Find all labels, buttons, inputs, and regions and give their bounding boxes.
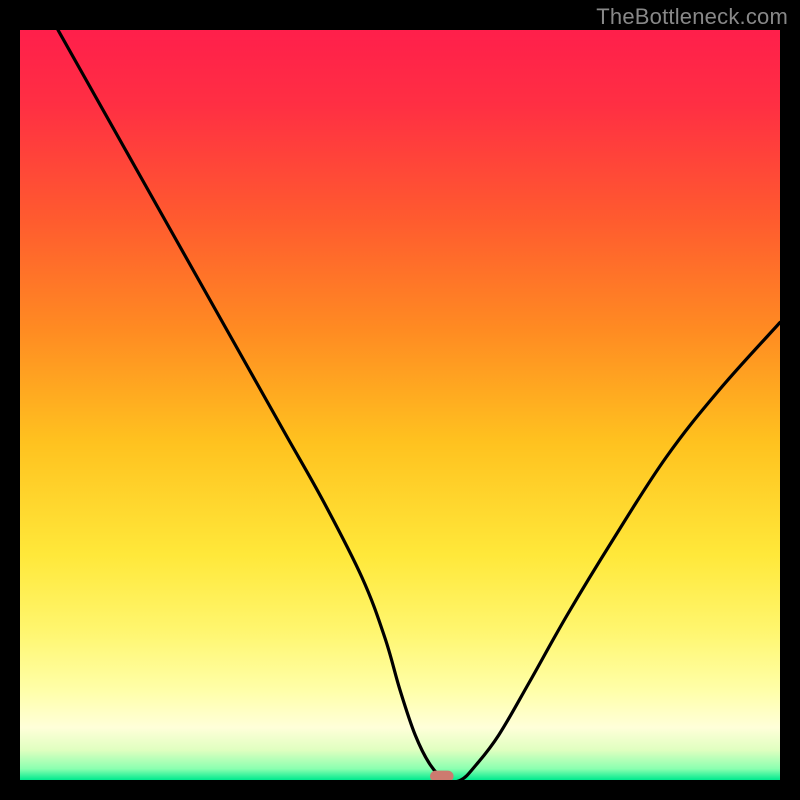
watermark-text: TheBottleneck.com [596,4,788,30]
optimal-marker [430,771,454,780]
chart-frame: TheBottleneck.com [0,0,800,800]
gradient-background [20,30,780,780]
plot-area [20,30,780,780]
plot-svg [20,30,780,780]
